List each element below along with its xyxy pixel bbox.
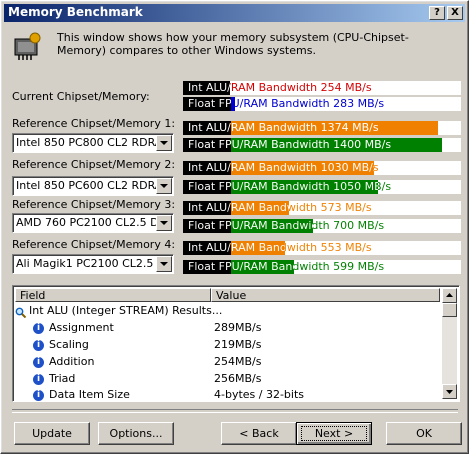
reference-1-select[interactable]: Intel 850 PC800 CL2 RDRAM [12, 133, 174, 153]
reference-3-fpu-label: Float FPU/RAM Bandwidth 700 MB/s [188, 219, 385, 232]
info-icon: i [33, 373, 44, 385]
reference-1-alu-bar: Int ALU/RAM Bandwidth 1374 MB/s [183, 121, 461, 135]
info-icon: i [33, 322, 44, 334]
ok-button[interactable]: OK [386, 422, 462, 445]
list-group-row[interactable]: Int ALU (Integer STREAM) Results... [15, 302, 222, 319]
results-list[interactable]: Field Value Int ALU (Integer STREAM) Res… [12, 285, 460, 402]
current-alu-bar: Int ALU/RAM Bandwidth 254 MB/s [183, 81, 461, 95]
list-item-value: 219MB/s [214, 338, 262, 351]
reference-2-label: Reference Chipset/Memory 2: [12, 158, 176, 171]
reference-4-fpu-bar: Float FPU/RAM Bandwidth 599 MB/s [183, 260, 461, 274]
reference-2-alu-bar: Int ALU/RAM Bandwidth 1030 MB/s [183, 161, 461, 175]
next-button[interactable]: Next > [296, 422, 372, 445]
list-item[interactable]: i Addition 254MB/s [33, 353, 261, 370]
vertical-scrollbar[interactable] [442, 288, 457, 399]
list-item-field: Triad [49, 372, 76, 385]
reference-3-alu-label: Int ALU/RAM Bandwidth 573 MB/s [188, 201, 372, 214]
reference-2-fpu-bar: Float FPU/RAM Bandwidth 1050 MB/s [183, 180, 461, 194]
reference-2-fpu-label: Float FPU/RAM Bandwidth 1050 MB/s [188, 180, 392, 193]
list-item[interactable]: i Data Item Size 4-bytes / 32-bits [33, 386, 304, 401]
reference-2-select[interactable]: Intel 850 PC600 CL2 RDRAM [12, 176, 174, 196]
reference-1-alu-label: Int ALU/RAM Bandwidth 1374 MB/s [188, 121, 379, 134]
list-item-field: Addition [49, 355, 95, 368]
window-title: Memory Benchmark [8, 5, 143, 19]
column-header-value[interactable]: Value [211, 288, 440, 302]
scroll-up-button[interactable] [442, 288, 457, 303]
memory-benchmark-window: Memory Benchmark ? X This window shows h… [0, 0, 469, 454]
list-group-label: Int ALU (Integer STREAM) Results... [29, 304, 223, 317]
reference-2-alu-label: Int ALU/RAM Bandwidth 1030 MB/s [188, 161, 379, 174]
list-item-field: Assignment [49, 321, 114, 334]
reference-1-fpu-bar: Float FPU/RAM Bandwidth 1400 MB/s [183, 138, 461, 152]
reference-2-select-value: Intel 850 PC600 CL2 RDRAM [16, 179, 156, 192]
magnifier-icon [15, 306, 27, 318]
chevron-down-icon[interactable] [156, 215, 172, 231]
reference-3-fpu-bar: Float FPU/RAM Bandwidth 700 MB/s [183, 219, 461, 233]
scroll-down-button[interactable] [442, 384, 457, 399]
reference-4-select[interactable]: Ali Magik1 PC2100 CL2.5 DDR [12, 254, 174, 274]
list-item[interactable]: i Assignment 289MB/s [33, 319, 261, 336]
list-item-value: 4-bytes / 32-bits [214, 388, 305, 401]
current-fpu-label: Float FPU/RAM Bandwidth 283 MB/s [188, 97, 385, 110]
options-button[interactable]: Options... [98, 422, 174, 445]
reference-3-select[interactable]: AMD 760 PC2100 CL2.5 DDR [12, 213, 174, 233]
list-item-value: 256MB/s [214, 372, 262, 385]
current-alu-label: Int ALU/RAM Bandwidth 254 MB/s [188, 81, 372, 94]
info-icon: i [33, 356, 44, 368]
back-button[interactable]: < Back [221, 422, 297, 445]
arrow-up-icon [446, 293, 453, 297]
reference-1-fpu-label: Float FPU/RAM Bandwidth 1400 MB/s [188, 138, 392, 151]
memory-chip-icon [14, 32, 41, 60]
reference-1-select-value: Intel 850 PC800 CL2 RDRAM [16, 136, 156, 149]
list-item[interactable]: i Triad 256MB/s [33, 370, 261, 387]
reference-1-label: Reference Chipset/Memory 1: [12, 117, 176, 130]
current-fpu-bar: Float FPU/RAM Bandwidth 283 MB/s [183, 97, 461, 111]
info-icon: i [33, 389, 44, 401]
update-button[interactable]: Update [14, 422, 90, 445]
list-item-value: 254MB/s [214, 355, 262, 368]
reference-3-alu-bar: Int ALU/RAM Bandwidth 573 MB/s [183, 201, 461, 215]
scroll-thumb[interactable] [442, 303, 457, 317]
intro-text: This window shows how your memory subsys… [57, 31, 409, 57]
chevron-down-icon[interactable] [156, 135, 172, 151]
column-header-field[interactable]: Field [15, 288, 211, 302]
arrow-down-icon [446, 390, 453, 394]
title-bar[interactable]: Memory Benchmark ? X [4, 4, 465, 22]
list-item-field: Data Item Size [49, 388, 130, 401]
info-icon: i [33, 339, 44, 351]
list-item-field: Scaling [49, 338, 89, 351]
help-button[interactable]: ? [429, 6, 445, 20]
reference-4-fpu-label: Float FPU/RAM Bandwidth 599 MB/s [188, 260, 385, 273]
reference-4-select-value: Ali Magik1 PC2100 CL2.5 DDR [16, 257, 156, 270]
focus-rect [301, 426, 367, 441]
chevron-down-icon[interactable] [156, 256, 172, 272]
current-label: Current Chipset/Memory: [12, 90, 150, 103]
reference-4-alu-bar: Int ALU/RAM Bandwidth 553 MB/s [183, 241, 461, 255]
list-item-value: 289MB/s [214, 321, 262, 334]
reference-3-select-value: AMD 760 PC2100 CL2.5 DDR [16, 216, 156, 229]
reference-4-alu-label: Int ALU/RAM Bandwidth 553 MB/s [188, 241, 372, 254]
reference-4-label: Reference Chipset/Memory 4: [12, 238, 176, 251]
reference-3-label: Reference Chipset/Memory 3: [12, 198, 176, 211]
close-button[interactable]: X [447, 6, 463, 20]
list-item[interactable]: i Scaling 219MB/s [33, 336, 261, 353]
chevron-down-icon[interactable] [156, 178, 172, 194]
separator [12, 409, 458, 413]
